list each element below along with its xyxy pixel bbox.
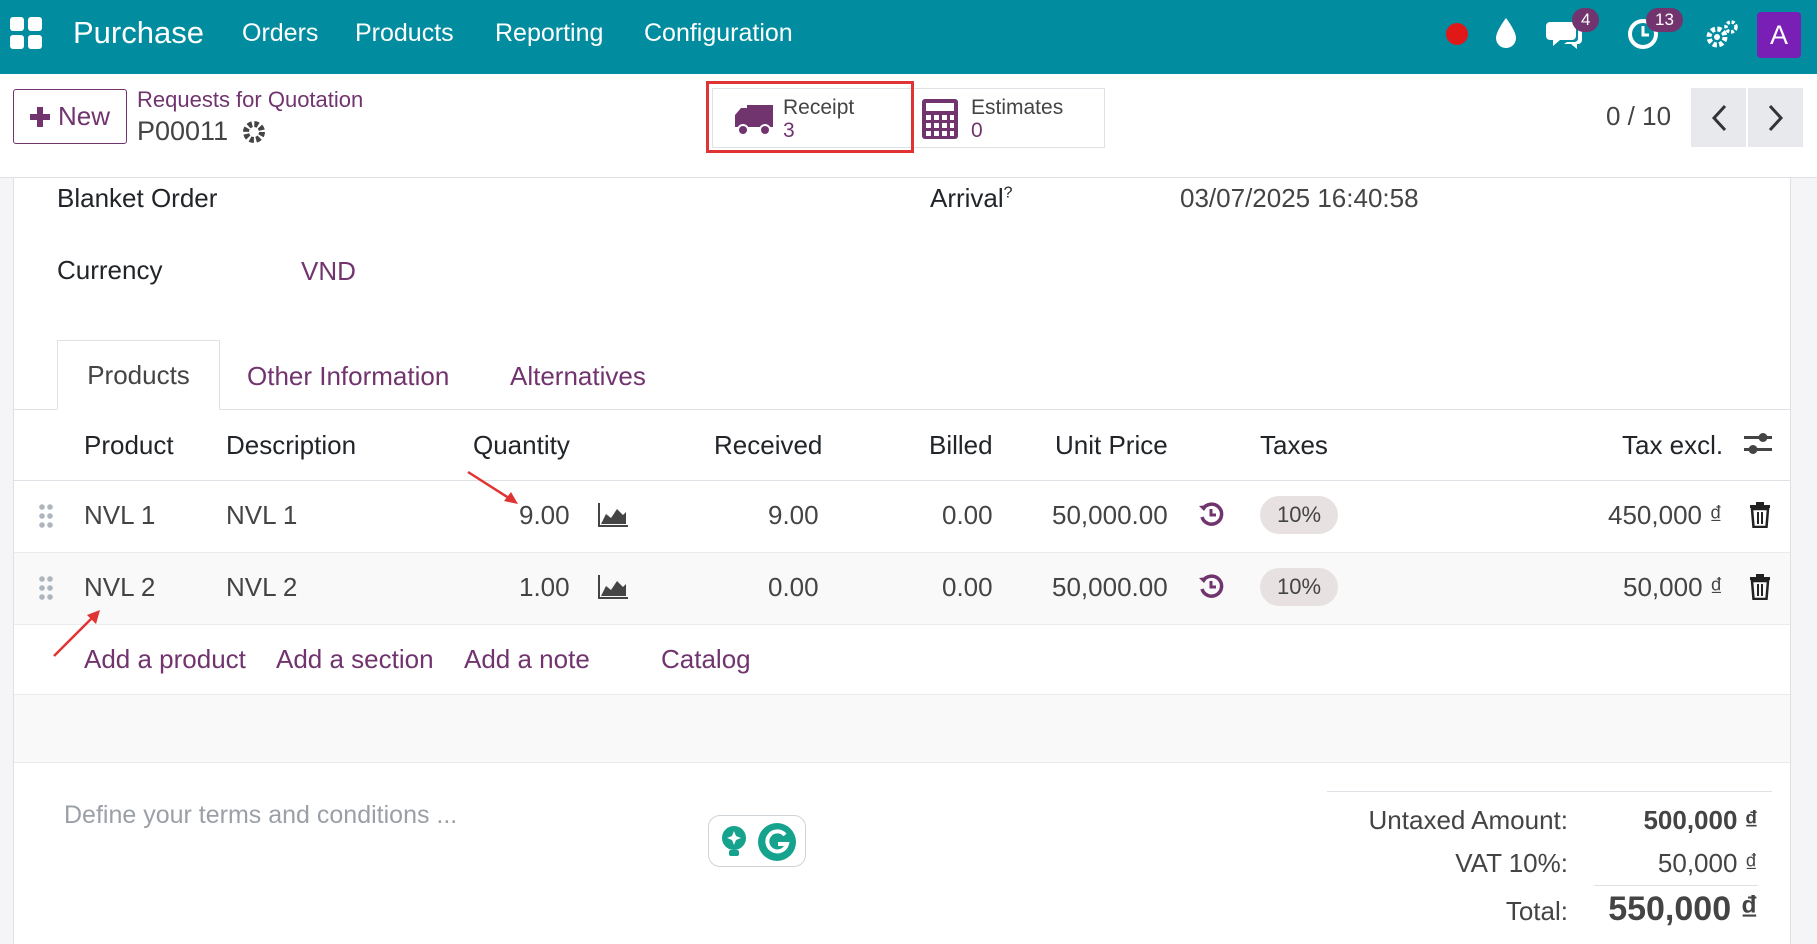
- record-name: P00011: [137, 116, 229, 146]
- row1-description[interactable]: NVL 1: [226, 500, 297, 531]
- row1-billed: 0.00: [942, 500, 993, 530]
- terms-input[interactable]: Define your terms and conditions ...: [64, 801, 457, 830]
- row1-unit-price[interactable]: 50,000.00: [1052, 500, 1168, 531]
- row2-billed: 0.00: [942, 572, 993, 602]
- total-value: 550,000 ₫: [1608, 890, 1758, 928]
- chevron-left-icon: [1711, 104, 1726, 131]
- header-received[interactable]: Received: [714, 430, 822, 461]
- calculator-icon: [922, 99, 958, 139]
- header-billed[interactable]: Billed: [929, 430, 993, 461]
- chat-badge: 4: [1572, 8, 1600, 32]
- forecast-chart-icon[interactable]: [597, 502, 629, 528]
- trash-icon[interactable]: [1749, 502, 1771, 528]
- untaxed-amount-label: Untaxed Amount:: [1368, 805, 1568, 835]
- new-button-label: New: [57, 101, 110, 131]
- add-section-link[interactable]: Add a section: [276, 644, 434, 675]
- settings-gears-icon[interactable]: [1704, 18, 1740, 52]
- tab-other-information[interactable]: Other Information: [247, 361, 449, 392]
- header-unit-price[interactable]: Unit Price: [1055, 430, 1168, 461]
- chevron-right-icon: [1768, 104, 1783, 131]
- droplet-icon[interactable]: [1494, 16, 1518, 50]
- pager-previous-button[interactable]: [1691, 88, 1746, 147]
- totals-divider: [1327, 791, 1772, 792]
- currency-value[interactable]: VND: [301, 256, 356, 287]
- arrival-help-icon[interactable]: ?: [1004, 184, 1013, 201]
- history-icon[interactable]: [1198, 573, 1224, 599]
- table-empty-area: [14, 695, 1790, 762]
- form-sheet: Blanket Order Arrival? 03/07/2025 16:40:…: [13, 178, 1791, 944]
- top-navbar: Purchase Orders Products Reporting Confi…: [0, 0, 1817, 74]
- recording-dot-icon[interactable]: [1444, 21, 1470, 47]
- estimates-label: Estimates: [971, 96, 1064, 119]
- row2-tax-badge[interactable]: 10%: [1260, 568, 1338, 606]
- record-title: P00011: [137, 116, 266, 147]
- row1-tax-badge[interactable]: 10%: [1260, 496, 1338, 534]
- row2-received: 0.00: [768, 572, 819, 602]
- annotation-arrow-icon: [53, 610, 100, 657]
- row-divider: [14, 624, 1790, 625]
- tab-alternatives[interactable]: Alternatives: [510, 361, 646, 392]
- row2-description[interactable]: NVL 2: [226, 572, 297, 603]
- header-quantity[interactable]: Quantity: [473, 430, 570, 461]
- header-product[interactable]: Product: [84, 430, 174, 461]
- apps-grid-icon[interactable]: [10, 17, 42, 49]
- row2-product[interactable]: NVL 2: [84, 572, 155, 603]
- receipt-highlight-box: [706, 81, 914, 153]
- menu-products[interactable]: Products: [355, 19, 454, 48]
- row2-quantity[interactable]: 1.00: [519, 572, 570, 603]
- vat-label: VAT 10%:: [1455, 848, 1568, 878]
- annotation-arrow-icon: [467, 470, 518, 504]
- trash-icon[interactable]: [1749, 574, 1771, 600]
- untaxed-amount-value: 500,000 ₫: [1643, 805, 1758, 835]
- plus-icon: [29, 106, 50, 127]
- add-note-link[interactable]: Add a note: [464, 644, 590, 675]
- header-tax-excl[interactable]: Tax excl.: [1622, 430, 1723, 461]
- header-description[interactable]: Description: [226, 430, 356, 461]
- lightbulb-icon: [722, 826, 746, 856]
- row1-subtotal: 450,000 ₫: [1608, 500, 1723, 530]
- notes-divider: [14, 762, 1790, 763]
- header-taxes[interactable]: Taxes: [1260, 430, 1328, 461]
- tabs-divider: [14, 409, 1790, 410]
- app-brand[interactable]: Purchase: [73, 15, 204, 51]
- menu-reporting[interactable]: Reporting: [495, 19, 603, 48]
- menu-configuration[interactable]: Configuration: [644, 19, 793, 48]
- breadcrumb-rfq[interactable]: Requests for Quotation: [137, 87, 363, 113]
- total-label: Total:: [1505, 896, 1568, 926]
- pager-value[interactable]: 0 / 10: [1606, 101, 1671, 132]
- row2-subtotal: 50,000 ₫: [1623, 572, 1724, 602]
- row1-product[interactable]: NVL 1: [84, 500, 155, 531]
- total-divider: [1594, 885, 1758, 886]
- arrival-label-text: Arrival: [930, 183, 1004, 213]
- arrival-value[interactable]: 03/07/2025 16:40:58: [1180, 183, 1419, 214]
- row2-unit-price[interactable]: 50,000.00: [1052, 572, 1168, 603]
- history-icon[interactable]: [1198, 501, 1224, 527]
- column-settings-icon[interactable]: [1744, 431, 1772, 457]
- drag-handle-icon[interactable]: [38, 575, 54, 601]
- new-button[interactable]: New: [13, 89, 127, 144]
- catalog-link[interactable]: Catalog: [661, 644, 751, 675]
- user-avatar[interactable]: A: [1757, 12, 1801, 58]
- gear-icon[interactable]: [242, 120, 266, 144]
- vat-value: 50,000 ₫: [1657, 848, 1758, 878]
- estimates-count: 0: [971, 119, 983, 142]
- forecast-chart-icon[interactable]: [597, 574, 629, 600]
- tab-products[interactable]: Products: [57, 340, 220, 410]
- row1-received: 9.00: [768, 500, 819, 530]
- activity-badge: 13: [1646, 8, 1683, 32]
- grammarly-logo-icon: [758, 823, 796, 861]
- currency-label: Currency: [57, 255, 163, 285]
- drag-handle-icon[interactable]: [38, 503, 54, 529]
- pager-next-button[interactable]: [1748, 88, 1803, 147]
- grammarly-widget[interactable]: [708, 815, 806, 867]
- row1-quantity[interactable]: 9.00: [519, 500, 570, 531]
- arrival-label: Arrival?: [930, 183, 1013, 214]
- menu-orders[interactable]: Orders: [242, 19, 318, 48]
- estimates-smart-button[interactable]: Estimates 0: [912, 88, 1105, 148]
- blanket-order-label: Blanket Order: [57, 183, 218, 213]
